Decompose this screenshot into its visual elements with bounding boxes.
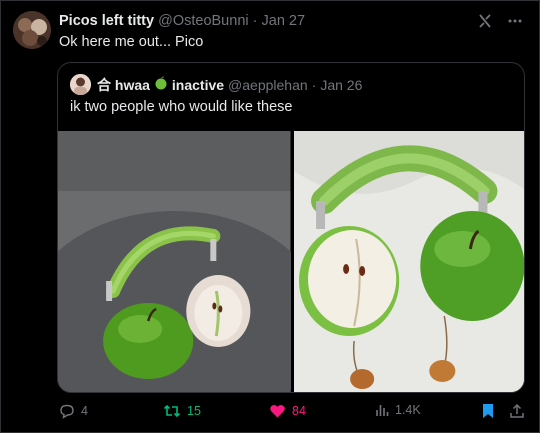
author-name[interactable]: Picos left titty: [59, 13, 154, 29]
views-icon: [375, 403, 389, 417]
quote-date[interactable]: Jan 26: [320, 77, 362, 93]
avatar[interactable]: [13, 11, 51, 49]
share-icon: [509, 403, 525, 419]
quote-author-name-suffix[interactable]: inactive: [172, 77, 224, 93]
reply-icon: [59, 403, 75, 419]
separator: ·: [311, 76, 317, 93]
action-bar: 4 15 84 1.4K: [57, 403, 527, 423]
tweet-date[interactable]: Jan 27: [262, 13, 306, 29]
top-actions: [477, 13, 523, 34]
repost-button[interactable]: 15: [163, 403, 201, 419]
repost-icon: [163, 403, 181, 419]
author-handle[interactable]: @OsteoBunni: [158, 13, 249, 29]
tweet[interactable]: Picos left titty @OsteoBunni · Jan 27 Ok…: [0, 0, 540, 433]
green-apple-icon: [154, 76, 168, 93]
photo-headphones-on-chair[interactable]: [58, 131, 291, 392]
views-count: 1.4K: [395, 403, 421, 417]
views-button[interactable]: 1.4K: [375, 403, 421, 417]
like-count: 84: [292, 404, 306, 418]
share-button[interactable]: [509, 403, 525, 419]
repost-count: 15: [187, 404, 201, 418]
reply-button[interactable]: 4: [59, 403, 88, 419]
tweet-header: Picos left titty @OsteoBunni · Jan 27: [59, 13, 305, 29]
quote-header: 合 hwaa inactive @aepplehan · Jan 26: [70, 74, 362, 95]
tweet-text: Ok here me out... Pico: [59, 34, 204, 50]
quote-author-handle[interactable]: @aepplehan: [228, 77, 308, 93]
quote-text: ik two people who would like these: [70, 99, 293, 115]
quote-avatar[interactable]: [70, 74, 91, 95]
bookmark-button[interactable]: [481, 403, 495, 419]
separator: ·: [252, 13, 258, 29]
heart-icon: [269, 403, 286, 419]
more-icon[interactable]: [507, 13, 523, 34]
like-button[interactable]: 84: [269, 403, 306, 419]
quote-tweet[interactable]: 合 hwaa inactive @aepplehan · Jan 26 ik t…: [57, 62, 525, 393]
photo-apple-headphones-closeup[interactable]: [293, 131, 524, 392]
grok-icon[interactable]: [477, 13, 493, 34]
reply-count: 4: [81, 404, 88, 418]
quote-author-name-prefix[interactable]: 合 hwaa: [97, 75, 150, 95]
bookmark-icon: [481, 403, 495, 419]
media-grid: [58, 131, 524, 392]
